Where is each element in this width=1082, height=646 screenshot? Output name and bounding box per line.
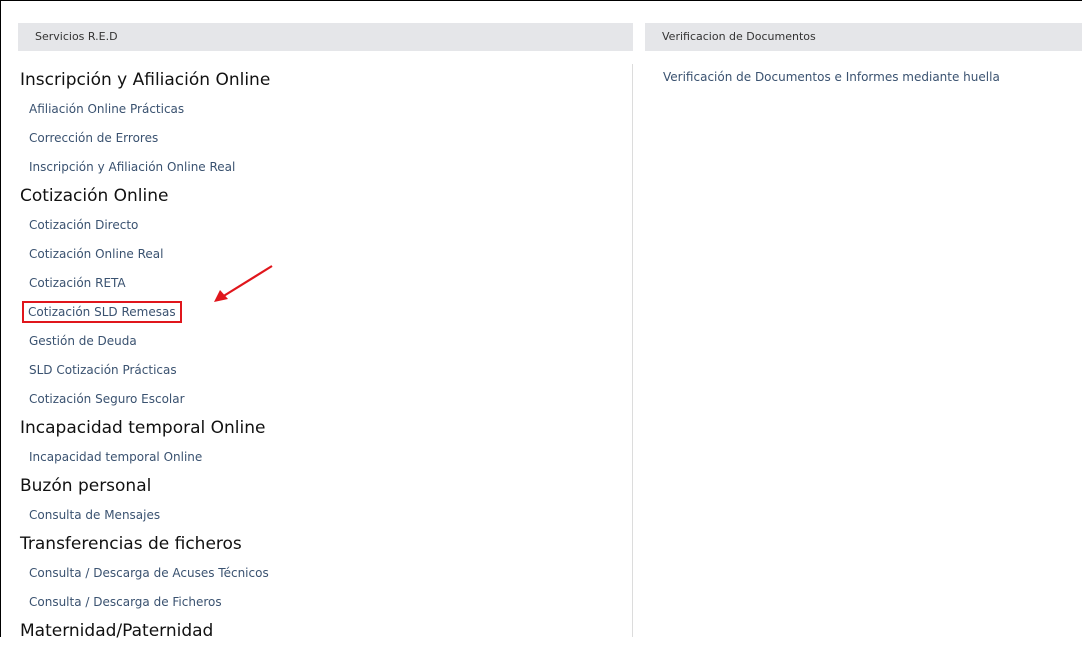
category-incapacidad-temporal-online: Incapacidad temporal Online — [20, 418, 266, 438]
service-link-label: Cotización RETA — [29, 276, 126, 290]
service-link-label: Cotización Online Real — [29, 247, 164, 261]
service-link-label: Consulta / Descarga de Acuses Técnicos — [29, 566, 269, 580]
service-link-consulta-descarga-de-ficheros[interactable]: Consulta / Descarga de Ficheros — [20, 588, 270, 617]
verificacion-documentos-link[interactable]: Verificación de Documentos e Informes me… — [663, 70, 1000, 84]
category-maternidad-paternidad: Maternidad/Paternidad — [20, 621, 214, 641]
service-link-consulta-descarga-de-acuses-tecnicos[interactable]: Consulta / Descarga de Acuses Técnicos — [20, 559, 270, 588]
verificacion-header: Verificacion de Documentos — [645, 23, 1082, 51]
service-link-label: Inscripción y Afiliación Online Real — [29, 160, 236, 174]
service-link-label: Corrección de Errores — [29, 131, 159, 145]
service-link-cotizacion-directo[interactable]: Cotización Directo — [20, 211, 270, 240]
service-link-correccion-de-errores[interactable]: Corrección de Errores — [20, 124, 270, 153]
service-link-label: Afiliación Online Prácticas — [29, 102, 185, 116]
service-link-label: Consulta / Descarga de Ficheros — [29, 595, 222, 609]
verificacion-title: Verificacion de Documentos — [662, 30, 816, 43]
category-cotizacion-online: Cotización Online — [20, 186, 169, 206]
service-link-label: Cotización Seguro Escolar — [29, 392, 185, 406]
panel-divider — [632, 64, 633, 637]
service-link-label: Cotización SLD Remesas — [22, 301, 182, 323]
category-inscripcion-y-afiliacion-online: Inscripción y Afiliación Online — [20, 70, 271, 90]
service-link-label: Incapacidad temporal Online — [29, 450, 203, 464]
service-link-label: SLD Cotización Prácticas — [29, 363, 177, 377]
service-link-afiliacion-online-practicas[interactable]: Afiliación Online Prácticas — [20, 95, 270, 124]
service-link-incapacidad-temporal-online[interactable]: Incapacidad temporal Online — [20, 443, 270, 472]
service-link-cotizacion-seguro-escolar[interactable]: Cotización Seguro Escolar — [20, 385, 270, 414]
services-list: Inscripción y Afiliación Online Afiliació… — [20, 66, 270, 646]
service-link-gestion-de-deuda[interactable]: Gestión de Deuda — [20, 327, 270, 356]
service-link-label: Cotización Directo — [29, 218, 139, 232]
red-arrow-annotation — [214, 265, 273, 302]
service-link-consulta-de-mensajes[interactable]: Consulta de Mensajes — [20, 501, 270, 530]
service-link-sld-cotizacion-practicas[interactable]: SLD Cotización Prácticas — [20, 356, 270, 385]
category-buzon-personal: Buzón personal — [20, 476, 152, 496]
service-link-label: Consulta de Mensajes — [29, 508, 161, 522]
servicios-red-title: Servicios R.E.D — [35, 30, 118, 43]
category-transferencias-de-ficheros: Transferencias de ficheros — [20, 534, 242, 554]
service-link-inscripcion-y-afiliacion-online-real[interactable]: Inscripción y Afiliación Online Real — [20, 153, 270, 182]
service-link-label: Gestión de Deuda — [29, 334, 137, 348]
servicios-red-header: Servicios R.E.D — [18, 23, 633, 51]
